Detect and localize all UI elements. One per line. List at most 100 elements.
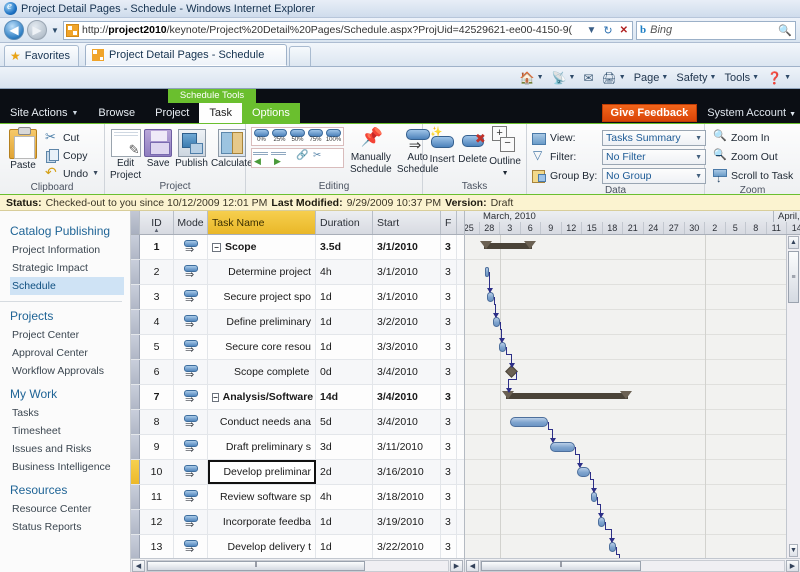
unlink-tasks-icon[interactable] [313, 150, 327, 165]
sidebar-item-resource-center[interactable]: Resource Center [10, 500, 124, 518]
cell-finish[interactable]: 3 [441, 335, 457, 359]
row-select-handle[interactable] [131, 410, 140, 434]
cell-mode[interactable] [174, 285, 208, 309]
cell-finish[interactable]: 3 [441, 360, 457, 384]
sidebar-item-strategic-impact[interactable]: Strategic Impact [10, 259, 124, 277]
group-by-dropdown[interactable]: No Group ▼ [602, 168, 706, 184]
cell-id[interactable]: 10 [140, 460, 174, 484]
table-row[interactable]: 4 Define preliminary 1d3/2/20103 [131, 310, 464, 335]
paste-button[interactable]: Paste [5, 127, 41, 171]
safety-menu[interactable]: Safety ▼ [673, 72, 719, 84]
help-menu[interactable]: ❓ ▼ [764, 71, 794, 85]
outdent-icon[interactable] [253, 151, 268, 167]
cell-mode[interactable] [174, 360, 208, 384]
table-row[interactable]: 2 Determine project 4h3/1/20103 [131, 260, 464, 285]
copy-button[interactable]: Copy [45, 147, 99, 164]
row-select-handle[interactable] [131, 510, 140, 534]
cell-id[interactable]: 6 [140, 360, 174, 384]
cell-start[interactable]: 3/4/2010 [373, 385, 441, 409]
row-select-handle[interactable] [131, 385, 140, 409]
back-button[interactable]: ◀ [4, 20, 24, 40]
tab-browse[interactable]: Browse [88, 103, 145, 123]
tab-options[interactable]: Options [241, 103, 300, 123]
cell-finish[interactable]: 3 [441, 485, 457, 509]
collapse-expander-icon[interactable]: − [212, 392, 219, 402]
cell-mode[interactable] [174, 260, 208, 284]
sidebar-item-workflow-approvals[interactable]: Workflow Approvals [10, 362, 124, 380]
table-row[interactable]: 11 Review software sp 4h3/18/20103 [131, 485, 464, 510]
scroll-right-button[interactable]: ▶ [450, 559, 463, 572]
gantt-hscroll-track[interactable]: ‖ [480, 559, 785, 572]
cell-duration[interactable]: 5d [316, 410, 373, 434]
edit-project-button[interactable]: Edit Project [110, 127, 141, 181]
gantt-task-bar[interactable] [510, 417, 548, 427]
tab-site-actions[interactable]: Site Actions ▼ [0, 103, 88, 123]
cell-duration[interactable]: 1d [316, 285, 373, 309]
cell-task-name[interactable]: Draft preliminary s [208, 435, 316, 459]
filter-dropdown[interactable]: No Filter ▼ [602, 149, 706, 165]
cell-finish[interactable]: 3 [441, 460, 457, 484]
cell-task-name[interactable]: − Scope [208, 235, 316, 259]
print-button[interactable]: 🖨 ▼ [599, 71, 629, 85]
row-select-handle[interactable] [131, 435, 140, 459]
cell-id[interactable]: 11 [140, 485, 174, 509]
row-select-handle[interactable] [131, 460, 140, 484]
cell-id[interactable]: 7 [140, 385, 174, 409]
row-select-handle[interactable] [131, 335, 140, 359]
zoom-out-button[interactable]: Zoom Out [713, 148, 778, 166]
gantt-horizontal-scrollbar[interactable]: ◀ ‖ ▶ [465, 558, 800, 572]
cell-mode[interactable] [174, 510, 208, 534]
link-tasks-icon[interactable] [296, 150, 310, 165]
sidebar-item-status-reports[interactable]: Status Reports [10, 518, 124, 536]
cell-task-name[interactable]: − Analysis/Software [208, 385, 316, 409]
cell-start[interactable]: 3/1/2010 [373, 260, 441, 284]
cell-finish[interactable]: 3 [441, 235, 457, 259]
cell-finish[interactable]: 3 [441, 310, 457, 334]
table-row[interactable]: 9 Draft preliminary s 3d3/11/20103 [131, 435, 464, 460]
cell-finish[interactable]: 3 [441, 435, 457, 459]
cell-start[interactable]: 3/19/2010 [373, 510, 441, 534]
grid-horizontal-scrollbar[interactable]: ◀ ‖ ▶ [131, 558, 464, 572]
scroll-up-button[interactable]: ▲ [788, 236, 799, 249]
percent-50-button[interactable]: 50% [289, 129, 306, 144]
cell-id[interactable]: 2 [140, 260, 174, 284]
tab-project[interactable]: Project [145, 103, 199, 123]
row-select-handle[interactable] [131, 260, 140, 284]
row-select-handle[interactable] [131, 310, 140, 334]
row-select-handle[interactable] [131, 235, 140, 259]
percent-100-button[interactable]: 100% [325, 129, 342, 144]
sidebar-item-timesheet[interactable]: Timesheet [10, 422, 124, 440]
gantt-task-bar[interactable] [550, 442, 575, 452]
address-history-chevron-down-icon[interactable]: ▼ [584, 25, 598, 36]
favorites-button[interactable]: ★ Favorites [4, 45, 80, 66]
cell-mode[interactable] [174, 485, 208, 509]
cell-mode[interactable] [174, 535, 208, 558]
cell-start[interactable]: 3/2/2010 [373, 310, 441, 334]
cell-finish[interactable]: 3 [441, 285, 457, 309]
cell-task-name[interactable]: Scope complete [208, 360, 316, 384]
sidebar-item-project-center[interactable]: Project Center [10, 326, 124, 344]
cell-duration[interactable]: 0d [316, 360, 373, 384]
cell-finish[interactable]: 3 [441, 260, 457, 284]
gantt-task-bar[interactable] [493, 317, 500, 327]
percent-0-button[interactable]: 0% [253, 129, 270, 144]
cell-mode[interactable] [174, 310, 208, 334]
feeds-button[interactable]: 📡 ▼ [549, 71, 579, 85]
cell-start[interactable]: 3/11/2010 [373, 435, 441, 459]
cell-finish[interactable]: 3 [441, 410, 457, 434]
outline-button[interactable]: Outline ▼ [489, 126, 521, 179]
save-button[interactable]: Save [144, 127, 173, 169]
forward-button[interactable]: ▶ [27, 20, 47, 40]
cell-mode[interactable] [174, 410, 208, 434]
cell-id[interactable]: 3 [140, 285, 174, 309]
column-header-finish[interactable]: F [441, 211, 457, 234]
gantt-scroll-right-button[interactable]: ▶ [786, 559, 799, 572]
cell-duration[interactable]: 1d [316, 510, 373, 534]
new-tab-button[interactable] [289, 46, 312, 66]
gantt-vertical-scrollbar[interactable]: ▲ ≡ ▼ [786, 235, 800, 558]
cell-id[interactable]: 8 [140, 410, 174, 434]
gantt-chart-body[interactable] [465, 235, 786, 558]
cell-duration[interactable]: 4h [316, 260, 373, 284]
scroll-left-button[interactable]: ◀ [132, 559, 145, 572]
select-all-header[interactable] [131, 211, 140, 234]
